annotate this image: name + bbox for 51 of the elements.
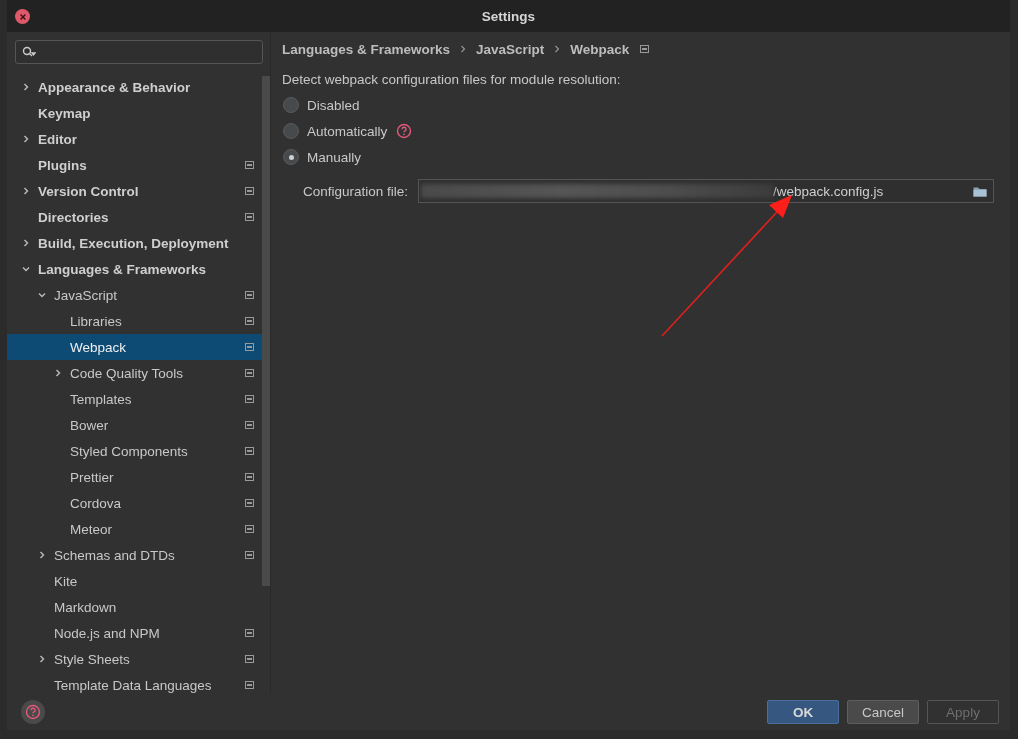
tree-item[interactable]: JavaScript	[7, 282, 262, 308]
radio-label[interactable]: Disabled	[307, 97, 360, 113]
tree-item[interactable]: Code Quality Tools	[7, 360, 262, 386]
radio-button[interactable]	[283, 149, 299, 165]
tree-item[interactable]: Markdown	[7, 594, 262, 620]
help-icon[interactable]	[396, 123, 413, 139]
radio-label[interactable]: Automatically	[307, 123, 388, 139]
tree-item[interactable]: Template Data Languages	[7, 672, 262, 694]
tree-item[interactable]: Appearance & Behavior	[7, 74, 262, 100]
dialog-button[interactable]: Cancel	[847, 700, 919, 724]
tree-item[interactable]: Build, Execution, Deployment	[7, 230, 262, 256]
search-field[interactable]	[15, 40, 263, 64]
radio-button[interactable]	[283, 123, 299, 139]
chevron-icon	[460, 45, 467, 53]
close-button[interactable]	[15, 9, 30, 24]
window-title: Settings	[481, 8, 536, 24]
description-text: Detect webpack configuration files for module resolution:	[282, 71, 622, 89]
tree-item[interactable]: Styled Components	[7, 438, 262, 464]
chevron-icon	[554, 45, 561, 53]
tree-item[interactable]: Libraries	[7, 308, 262, 334]
tree-item[interactable]: Keymap	[7, 100, 262, 126]
tree-item[interactable]: Webpack	[7, 334, 262, 360]
field-label: Configuration file:	[303, 183, 409, 199]
help-button[interactable]	[21, 700, 45, 724]
tree-item[interactable]: Cordova	[7, 490, 262, 516]
primary-button[interactable]: OK	[767, 700, 839, 724]
tree-item[interactable]: Editor	[7, 126, 262, 152]
tree-item[interactable]: Kite	[7, 568, 262, 594]
breadcrumb-item[interactable]: Webpack	[570, 41, 630, 57]
tree-item[interactable]: Templates	[7, 386, 262, 412]
project-icon	[640, 45, 650, 53]
search-icon	[22, 46, 36, 58]
tree-item[interactable]: Schemas and DTDs	[7, 542, 262, 568]
folder-icon[interactable]	[973, 185, 987, 197]
tree-item[interactable]: Directories	[7, 204, 262, 230]
help-icon	[25, 704, 41, 720]
breadcrumb-item[interactable]: JavaScript	[476, 41, 545, 57]
tree-item[interactable]: Style Sheets	[7, 646, 262, 672]
tree-item[interactable]: Version Control	[7, 178, 262, 204]
tree-item[interactable]: Meteor	[7, 516, 262, 542]
radio-button[interactable]	[283, 97, 299, 113]
tree-item[interactable]: Node.js and NPM	[7, 620, 262, 646]
tree-item[interactable]: Plugins	[7, 152, 262, 178]
radio-label[interactable]: Manually	[307, 149, 362, 165]
tree-item[interactable]: Languages & Frameworks	[7, 256, 262, 282]
tree-item[interactable]: Bower	[7, 412, 262, 438]
tree-item[interactable]: Prettier	[7, 464, 262, 490]
breadcrumb-item[interactable]: Languages & Frameworks	[282, 41, 451, 57]
config-file-field[interactable]: /webpack.config.js	[418, 179, 994, 203]
scrollbar[interactable]	[262, 76, 270, 586]
close-icon	[18, 12, 27, 21]
